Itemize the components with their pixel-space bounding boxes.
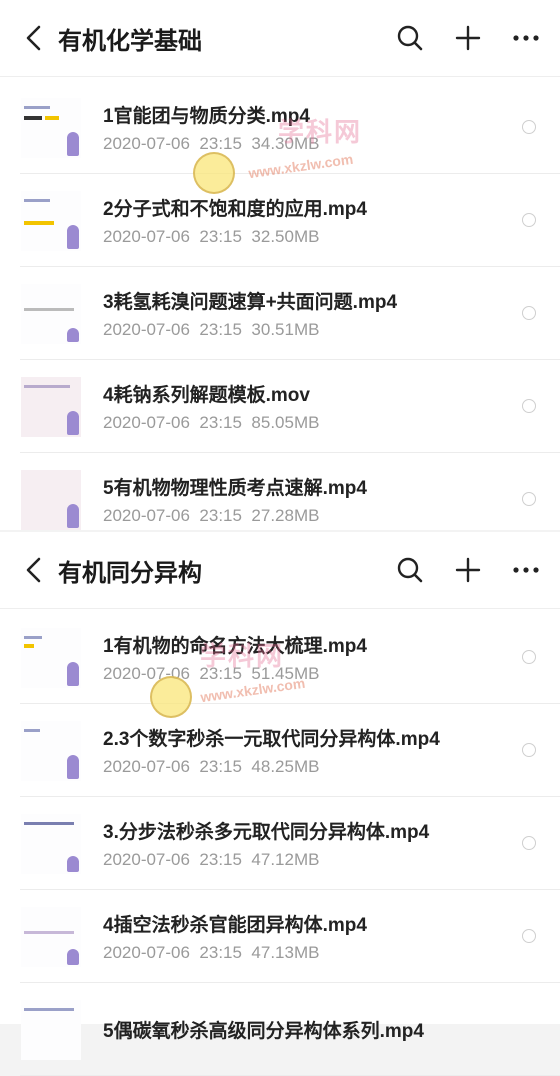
- app-header: 有机同分异构: [0, 532, 560, 609]
- file-name: 3耗氢耗溴问题速算+共面问题.mp4: [103, 292, 398, 313]
- select-radio[interactable]: [522, 120, 536, 134]
- watermark-logo: [193, 152, 235, 194]
- back-button[interactable]: [12, 548, 56, 592]
- file-name: 2.3个数字秒杀一元取代同分异构体.mp4: [103, 729, 440, 750]
- file-row[interactable]: 2分子式和不饱和度的应用.mp4 2020-07-06 23:15 32.50M…: [0, 174, 560, 267]
- search-icon: [397, 557, 423, 583]
- file-row[interactable]: 5偶碳氧秒杀高级同分异构体系列.mp4: [0, 983, 560, 1076]
- file-name: 4耗钠系列解题模板.mov: [103, 385, 310, 406]
- page-title: 有机化学基础: [58, 27, 202, 55]
- add-button[interactable]: [446, 548, 490, 592]
- file-name: 5偶碳氧秒杀高级同分异构体系列.mp4: [103, 1021, 424, 1042]
- folder-panel-2: 有机同分异构 1有机物的命名方法大梳理.mp4 2020-07-06 23:15…: [0, 532, 560, 1076]
- video-thumbnail: [21, 469, 81, 530]
- folder-panel-1: 有机化学基础 1官能团与物质分类.mp4 2020-07-06 23:15 34…: [0, 0, 560, 546]
- back-button[interactable]: [12, 16, 56, 60]
- file-row[interactable]: 1有机物的命名方法大梳理.mp4 2020-07-06 23:15 51.45M…: [0, 611, 560, 704]
- file-row[interactable]: 1官能团与物质分类.mp4 2020-07-06 23:15 34.30MB: [0, 81, 560, 174]
- select-radio[interactable]: [522, 492, 536, 506]
- search-button[interactable]: [388, 16, 432, 60]
- select-radio[interactable]: [522, 306, 536, 320]
- file-name: 1官能团与物质分类.mp4: [103, 106, 310, 127]
- file-meta: 2020-07-06 23:15 27.28MB: [103, 506, 320, 525]
- chevron-left-icon: [26, 557, 41, 583]
- file-meta: 2020-07-06 23:15 85.05MB: [103, 413, 320, 432]
- file-row[interactable]: 3耗氢耗溴问题速算+共面问题.mp4 2020-07-06 23:15 30.5…: [0, 267, 560, 360]
- more-icon: [513, 35, 539, 41]
- chevron-left-icon: [26, 25, 41, 51]
- file-meta: 2020-07-06 23:15 48.25MB: [103, 757, 320, 776]
- video-thumbnail: [21, 906, 81, 967]
- file-list: 1官能团与物质分类.mp4 2020-07-06 23:15 34.30MB 2…: [0, 81, 560, 546]
- watermark-logo: [150, 676, 192, 718]
- select-radio[interactable]: [522, 929, 536, 943]
- select-radio[interactable]: [522, 743, 536, 757]
- file-name: 4插空法秒杀官能团异构体.mp4: [103, 915, 367, 936]
- video-thumbnail: [21, 190, 81, 251]
- video-thumbnail: [21, 376, 81, 437]
- search-icon: [397, 25, 423, 51]
- file-meta: 2020-07-06 23:15 32.50MB: [103, 227, 320, 246]
- video-thumbnail: [21, 720, 81, 781]
- page-title: 有机同分异构: [58, 559, 202, 587]
- file-row[interactable]: 4耗钠系列解题模板.mov 2020-07-06 23:15 85.05MB: [0, 360, 560, 453]
- add-button[interactable]: [446, 16, 490, 60]
- file-name: 5有机物物理性质考点速解.mp4: [103, 478, 367, 499]
- video-thumbnail: [21, 97, 81, 158]
- file-name: 3.分步法秒杀多元取代同分异构体.mp4: [103, 822, 430, 843]
- file-meta: 2020-07-06 23:15 47.12MB: [103, 850, 320, 869]
- video-thumbnail: [21, 283, 81, 344]
- file-meta: 2020-07-06 23:15 34.30MB: [103, 134, 320, 153]
- select-radio[interactable]: [522, 213, 536, 227]
- more-icon: [513, 567, 539, 573]
- select-radio[interactable]: [522, 836, 536, 850]
- select-radio[interactable]: [522, 650, 536, 664]
- file-meta: 2020-07-06 23:15 47.13MB: [103, 943, 320, 962]
- file-name: 1有机物的命名方法大梳理.mp4: [103, 636, 367, 657]
- file-row[interactable]: 4插空法秒杀官能团异构体.mp4 2020-07-06 23:15 47.13M…: [0, 890, 560, 983]
- file-row[interactable]: 2.3个数字秒杀一元取代同分异构体.mp4 2020-07-06 23:15 4…: [0, 704, 560, 797]
- plus-icon: [455, 557, 481, 583]
- more-button[interactable]: [504, 548, 548, 592]
- file-row[interactable]: 3.分步法秒杀多元取代同分异构体.mp4 2020-07-06 23:15 47…: [0, 797, 560, 890]
- video-thumbnail: [21, 627, 81, 688]
- file-name: 2分子式和不饱和度的应用.mp4: [103, 199, 367, 220]
- video-thumbnail: [21, 813, 81, 874]
- app-header: 有机化学基础: [0, 0, 560, 77]
- video-thumbnail: [21, 999, 81, 1060]
- file-list: 1有机物的命名方法大梳理.mp4 2020-07-06 23:15 51.45M…: [0, 611, 560, 1076]
- more-button[interactable]: [504, 16, 548, 60]
- select-radio[interactable]: [522, 399, 536, 413]
- search-button[interactable]: [388, 548, 432, 592]
- plus-icon: [455, 25, 481, 51]
- file-meta: 2020-07-06 23:15 30.51MB: [103, 320, 320, 339]
